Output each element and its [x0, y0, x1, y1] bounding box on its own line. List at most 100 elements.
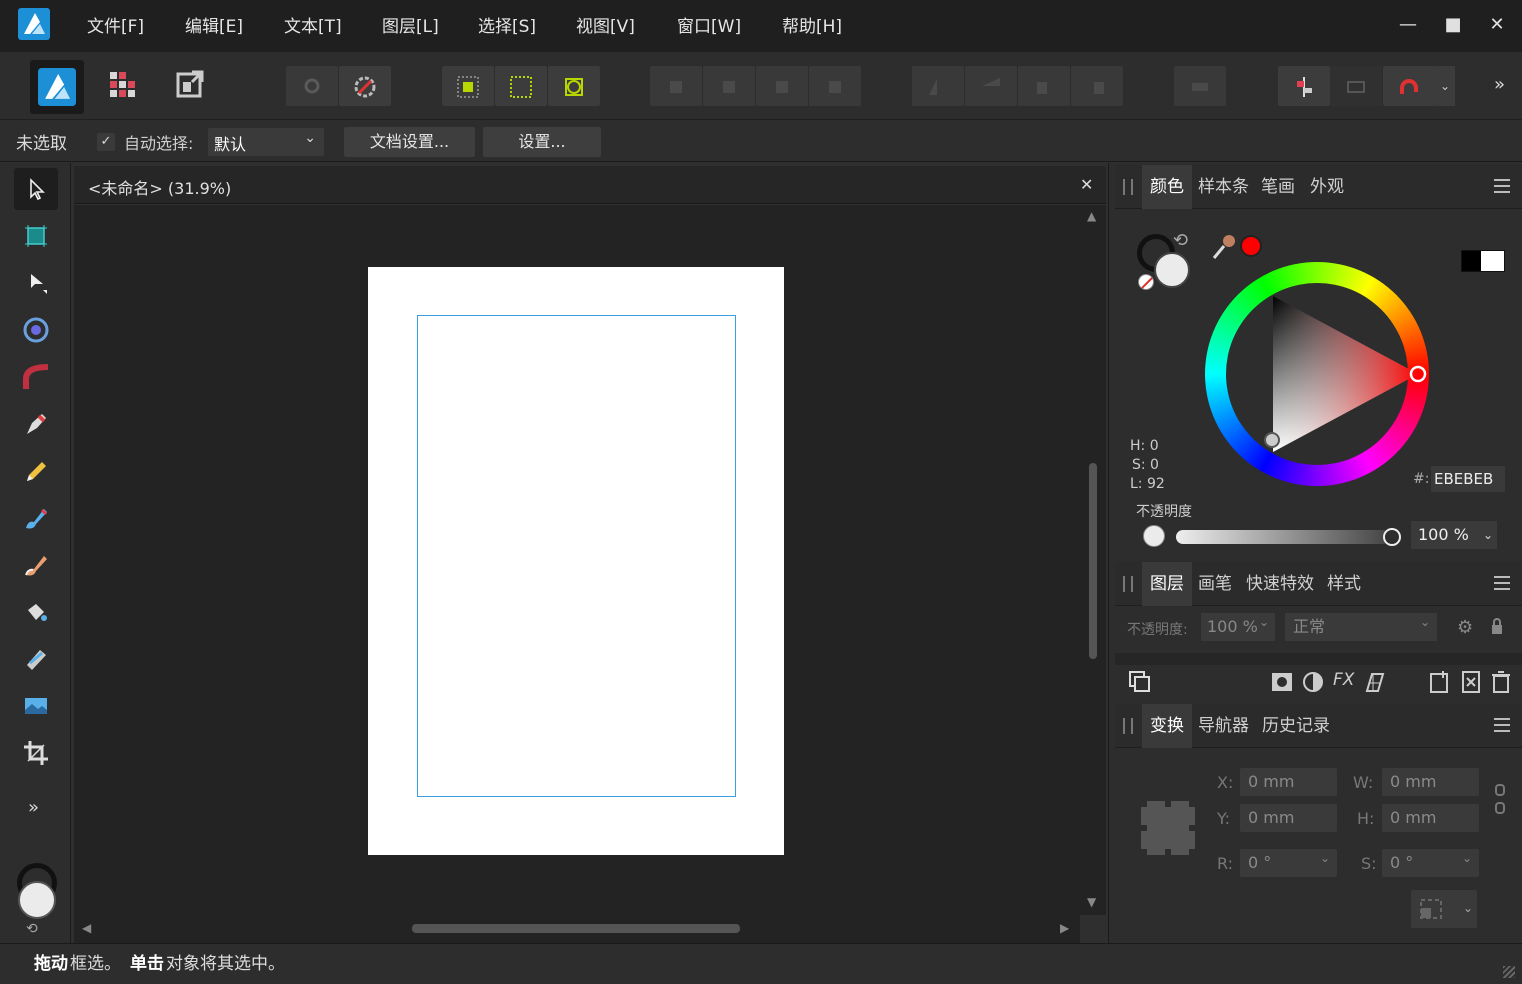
- tab-brushes[interactable]: 画笔: [1198, 562, 1232, 606]
- insert-inside-icon[interactable]: [1330, 66, 1382, 106]
- tab-layers[interactable]: 图层: [1142, 562, 1192, 606]
- live-filter-icon[interactable]: [1364, 671, 1386, 697]
- transparency-tool-icon[interactable]: [14, 638, 58, 680]
- toolbar-overflow-icon[interactable]: »: [1494, 74, 1505, 95]
- export-persona-icon[interactable]: [170, 64, 220, 110]
- hex-input[interactable]: EBEBEB: [1431, 466, 1505, 492]
- canvas[interactable]: [74, 205, 1080, 915]
- tab-styles[interactable]: 样式: [1327, 562, 1361, 606]
- document-tab[interactable]: <未命名> (31.9%) ✕: [74, 166, 1106, 204]
- opacity-slider[interactable]: [1176, 530, 1390, 544]
- menu-help[interactable]: 帮助[H]: [782, 0, 842, 52]
- blend-mode-dropdown[interactable]: 正常: [1285, 613, 1437, 641]
- panel-menu-icon[interactable]: [1494, 718, 1510, 732]
- pencil-tool-icon[interactable]: [14, 450, 58, 492]
- tab-swatches[interactable]: 样本条: [1198, 165, 1249, 209]
- color-picker-icon[interactable]: [1210, 232, 1238, 264]
- settings-gear-icon[interactable]: [339, 66, 391, 106]
- align-icon[interactable]: [1278, 66, 1330, 106]
- preferences-button[interactable]: 设置...: [483, 127, 601, 157]
- scroll-right-icon[interactable]: ▶: [1060, 921, 1069, 935]
- tab-color[interactable]: 颜色: [1142, 165, 1192, 209]
- adjustment-icon[interactable]: [1302, 671, 1324, 697]
- vector-brush-icon[interactable]: [14, 497, 58, 539]
- tab-navigator[interactable]: 导航器: [1198, 704, 1249, 748]
- saturation-triangle[interactable]: [1205, 262, 1429, 486]
- auto-select-checkbox[interactable]: ✓: [97, 133, 115, 151]
- lock-aspect-icon[interactable]: [1493, 783, 1507, 821]
- place-image-icon[interactable]: [14, 685, 58, 727]
- menu-file[interactable]: 文件[F]: [87, 0, 144, 52]
- boolean-ops-icon[interactable]: [1174, 66, 1226, 106]
- panel-menu-icon[interactable]: [1494, 576, 1510, 590]
- snapping-dropdown-icon[interactable]: ⌄: [1435, 66, 1455, 106]
- more-tools-icon[interactable]: »: [28, 797, 39, 818]
- horizontal-scrollbar[interactable]: ◀ ▶: [74, 915, 1080, 943]
- arrange-front-icon[interactable]: [809, 66, 861, 106]
- vertical-scroll-thumb[interactable]: [1089, 463, 1097, 659]
- opacity-input[interactable]: 100 %: [1411, 521, 1479, 549]
- color-mode-toggle-icon[interactable]: [1461, 250, 1505, 272]
- designer-persona-button[interactable]: [30, 60, 84, 114]
- auto-select-dropdown[interactable]: 默认 ⌄: [208, 128, 324, 156]
- menu-select[interactable]: 选择[S]: [478, 0, 536, 52]
- mask-layer-icon[interactable]: [1271, 671, 1293, 697]
- flip-horizontal-icon[interactable]: [912, 66, 964, 106]
- affinity-designer-logo-icon[interactable]: [18, 8, 50, 40]
- vertical-scrollbar[interactable]: ▲ ▼: [1080, 205, 1106, 915]
- add-layer-icon[interactable]: [1429, 670, 1451, 698]
- crop-tool-icon[interactable]: [14, 732, 58, 774]
- panel-menu-icon[interactable]: [1494, 179, 1510, 193]
- transform-origin-button[interactable]: ⌄: [1411, 890, 1477, 928]
- contour-tool-icon[interactable]: [14, 309, 58, 351]
- panel-grip-icon[interactable]: [1123, 576, 1133, 592]
- layers-list[interactable]: [1115, 653, 1522, 665]
- trash-icon[interactable]: [1491, 670, 1511, 698]
- menu-text[interactable]: 文本[T]: [284, 0, 342, 52]
- toggle-ui-icon[interactable]: [286, 66, 338, 106]
- horizontal-scroll-thumb[interactable]: [412, 924, 740, 933]
- menu-edit[interactable]: 编辑[E]: [185, 0, 243, 52]
- fx-icon[interactable]: FX: [1333, 670, 1354, 690]
- w-input[interactable]: 0 mm: [1382, 768, 1479, 796]
- minimize-button[interactable]: —: [1393, 10, 1423, 40]
- fill-swatch[interactable]: [1154, 252, 1190, 288]
- anchor-point-selector-icon[interactable]: [1141, 801, 1195, 855]
- y-input[interactable]: 0 mm: [1240, 804, 1337, 832]
- artboard-tool-icon[interactable]: [14, 215, 58, 257]
- node-tool-icon[interactable]: [14, 262, 58, 304]
- menu-view[interactable]: 视图[V]: [576, 0, 635, 52]
- scroll-up-icon[interactable]: ▲: [1087, 209, 1096, 223]
- opacity-slider-handle[interactable]: [1383, 528, 1401, 546]
- arrange-forward-icon[interactable]: [756, 66, 808, 106]
- close-window-button[interactable]: ✕: [1482, 10, 1512, 40]
- snap-geometry-icon[interactable]: [548, 66, 600, 106]
- paint-brush-icon[interactable]: [14, 544, 58, 586]
- layers-stack-icon[interactable]: [1127, 669, 1153, 699]
- fill-color-well[interactable]: [18, 881, 56, 919]
- no-color-icon[interactable]: [1138, 274, 1154, 290]
- tab-quick-fx[interactable]: 快速特效: [1246, 562, 1314, 606]
- lock-icon[interactable]: [1491, 617, 1503, 635]
- corner-tool-icon[interactable]: [14, 356, 58, 398]
- swap-colors-icon[interactable]: ⟲: [26, 921, 38, 937]
- snap-bounds-icon[interactable]: [495, 66, 547, 106]
- panel-grip-icon[interactable]: [1123, 718, 1133, 734]
- close-document-icon[interactable]: ✕: [1080, 175, 1093, 194]
- scroll-down-icon[interactable]: ▼: [1087, 895, 1096, 909]
- panel-grip-icon[interactable]: [1123, 179, 1133, 195]
- h-input[interactable]: 0 mm: [1382, 804, 1479, 832]
- snap-to-grid-icon[interactable]: [442, 66, 494, 106]
- group-layer-icon[interactable]: [1460, 670, 1482, 698]
- swap-colors-icon[interactable]: ⟲: [1173, 230, 1188, 251]
- gear-icon[interactable]: ⚙: [1457, 617, 1473, 638]
- tab-appearance[interactable]: 外观: [1310, 165, 1344, 209]
- tab-history[interactable]: 历史记录: [1262, 704, 1330, 748]
- arrange-backward-icon[interactable]: [703, 66, 755, 106]
- scroll-left-icon[interactable]: ◀: [82, 921, 91, 935]
- chevron-down-icon[interactable]: ⌄: [1479, 521, 1497, 549]
- picked-color-swatch[interactable]: [1240, 235, 1262, 257]
- maximize-button[interactable]: ■: [1438, 10, 1468, 40]
- document-setup-button[interactable]: 文档设置...: [344, 127, 475, 157]
- tab-transform[interactable]: 变换: [1142, 704, 1192, 748]
